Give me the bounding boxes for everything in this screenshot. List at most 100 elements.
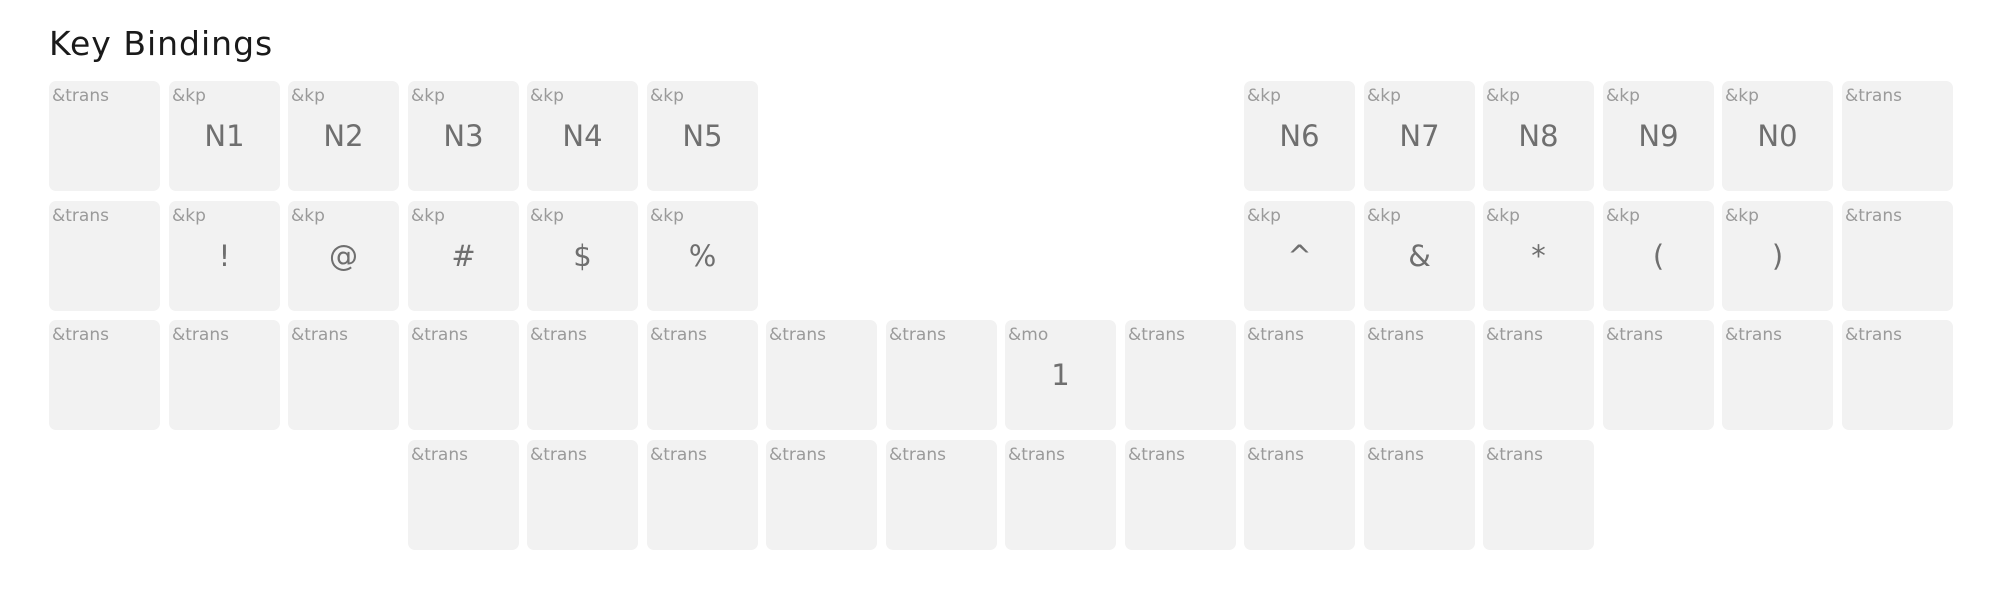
key-param-label: N3 (443, 119, 484, 153)
key-r2-c15[interactable]: &kp) (1722, 201, 1833, 311)
key-r3-c11[interactable]: &trans (1244, 320, 1355, 430)
key-param-label: # (451, 239, 476, 273)
key-binding-label: &kp (1486, 206, 1520, 226)
key-r2-c2[interactable]: &kp! (169, 201, 280, 311)
key-param-label: ( (1652, 239, 1665, 273)
key-r1-c6[interactable]: &kp N5 (647, 81, 758, 191)
key-param-label: * (1531, 239, 1546, 273)
key-r2-c11[interactable]: &kp ^ (1244, 201, 1355, 311)
key-r2-c14[interactable]: &kp ( (1603, 201, 1714, 311)
key-r3-c13[interactable]: &trans (1483, 320, 1594, 430)
key-binding-label: &kp (1247, 206, 1281, 226)
key-r3-c1[interactable]: &trans (49, 320, 160, 430)
key-r3-c14[interactable]: &trans (1603, 320, 1714, 430)
key-r1-c5[interactable]: &kp N4 (527, 81, 638, 191)
key-binding-label: &trans (1845, 325, 1902, 345)
key-binding-label: &trans (411, 445, 468, 465)
key-binding-label: &kp (172, 206, 206, 226)
key-binding-label: &trans (1606, 325, 1663, 345)
key-r4-c5[interactable]: &trans (527, 440, 638, 550)
key-binding-label: &kp (1367, 206, 1401, 226)
key-param-label: 1 (1051, 358, 1070, 392)
key-binding-label: &trans (530, 445, 587, 465)
key-binding-label: &kp (172, 86, 206, 106)
key-r3-c6[interactable]: &trans (647, 320, 758, 430)
key-r4-c7[interactable]: &trans (766, 440, 877, 550)
key-r3-c7[interactable]: &trans (766, 320, 877, 430)
key-binding-label: &trans (769, 325, 826, 345)
key-binding-label: &kp (1247, 86, 1281, 106)
key-binding-label: &trans (769, 445, 826, 465)
key-binding-label: &trans (1486, 445, 1543, 465)
key-binding-label: &trans (650, 325, 707, 345)
key-binding-label: &trans (1008, 445, 1065, 465)
key-binding-label: &kp (530, 206, 564, 226)
key-r4-c10[interactable]: &trans (1125, 440, 1236, 550)
key-r4-c9[interactable]: &trans (1005, 440, 1116, 550)
key-param-label: N6 (1279, 119, 1320, 153)
key-r1-c13[interactable]: &kp N8 (1483, 81, 1594, 191)
key-r3-c10[interactable]: &trans (1125, 320, 1236, 430)
key-r2-c16[interactable]: &trans (1842, 201, 1953, 311)
key-r4-c12[interactable]: &trans (1364, 440, 1475, 550)
key-binding-label: &kp (291, 86, 325, 106)
key-param-label: @ (329, 239, 358, 273)
key-r4-c4[interactable]: &trans (408, 440, 519, 550)
key-r2-c1[interactable]: &trans (49, 201, 160, 311)
key-r1-c14[interactable]: &kp N9 (1603, 81, 1714, 191)
key-r4-c11[interactable]: &trans (1244, 440, 1355, 550)
key-binding-label: &kp (1606, 206, 1640, 226)
key-param-label: & (1408, 239, 1431, 273)
key-r2-c13[interactable]: &kp * (1483, 201, 1594, 311)
key-r1-c16[interactable]: &trans (1842, 81, 1953, 191)
key-binding-label: &trans (1247, 445, 1304, 465)
key-r1-c3[interactable]: &kp N2 (288, 81, 399, 191)
key-r3-c8[interactable]: &trans (886, 320, 997, 430)
key-r3-c15[interactable]: &trans (1722, 320, 1833, 430)
key-binding-label: &trans (172, 325, 229, 345)
key-binding-label: &trans (1247, 325, 1304, 345)
key-binding-label: &trans (411, 325, 468, 345)
key-r3-c5[interactable]: &trans (527, 320, 638, 430)
key-r3-c12[interactable]: &trans (1364, 320, 1475, 430)
key-param-label: ^ (1287, 239, 1312, 273)
key-r2-c4[interactable]: &kp # (408, 201, 519, 311)
key-binding-label: &trans (291, 325, 348, 345)
key-r3-c16[interactable]: &trans (1842, 320, 1953, 430)
key-binding-label: &trans (530, 325, 587, 345)
key-param-label: % (688, 239, 717, 273)
key-param-label: ) (1771, 239, 1784, 273)
key-r4-c6[interactable]: &trans (647, 440, 758, 550)
key-binding-label: &trans (1486, 325, 1543, 345)
key-binding-label: &trans (52, 325, 109, 345)
key-r2-c6[interactable]: &kp% (647, 201, 758, 311)
key-r1-c2[interactable]: &kp N1 (169, 81, 280, 191)
key-r4-c8[interactable]: &trans (886, 440, 997, 550)
key-binding-label: &kp (291, 206, 325, 226)
key-r3-c2[interactable]: &trans (169, 320, 280, 430)
key-binding-label: &trans (1128, 445, 1185, 465)
key-binding-label: &trans (650, 445, 707, 465)
key-r1-c11[interactable]: &kp N6 (1244, 81, 1355, 191)
key-r2-c5[interactable]: &kp $ (527, 201, 638, 311)
key-r1-c4[interactable]: &kp N3 (408, 81, 519, 191)
key-r1-c15[interactable]: &kp N0 (1722, 81, 1833, 191)
key-r3-c3[interactable]: &trans (288, 320, 399, 430)
key-r1-c12[interactable]: &kp N7 (1364, 81, 1475, 191)
key-r2-c12[interactable]: &kp & (1364, 201, 1475, 311)
key-binding-label: &trans (1367, 325, 1424, 345)
key-param-label: N8 (1518, 119, 1559, 153)
key-binding-label: &kp (411, 206, 445, 226)
key-param-label: N2 (323, 119, 364, 153)
keyboard-layout: &trans &kp N1 &kp N2 &kp N3 &kp N4 &kp N5 &kp N6 &kp N… (0, 0, 1996, 600)
key-r3-c4[interactable]: &trans (408, 320, 519, 430)
key-r3-c9[interactable]: &mo 1 (1005, 320, 1116, 430)
key-param-label: N5 (682, 119, 723, 153)
key-r4-c13[interactable]: &trans (1483, 440, 1594, 550)
key-r1-c1[interactable]: &trans (49, 81, 160, 191)
key-param-label: N1 (204, 119, 245, 153)
key-binding-label: &trans (1367, 445, 1424, 465)
key-binding-label: &trans (1725, 325, 1782, 345)
key-param-label: N0 (1757, 119, 1798, 153)
key-r2-c3[interactable]: &kp @ (288, 201, 399, 311)
